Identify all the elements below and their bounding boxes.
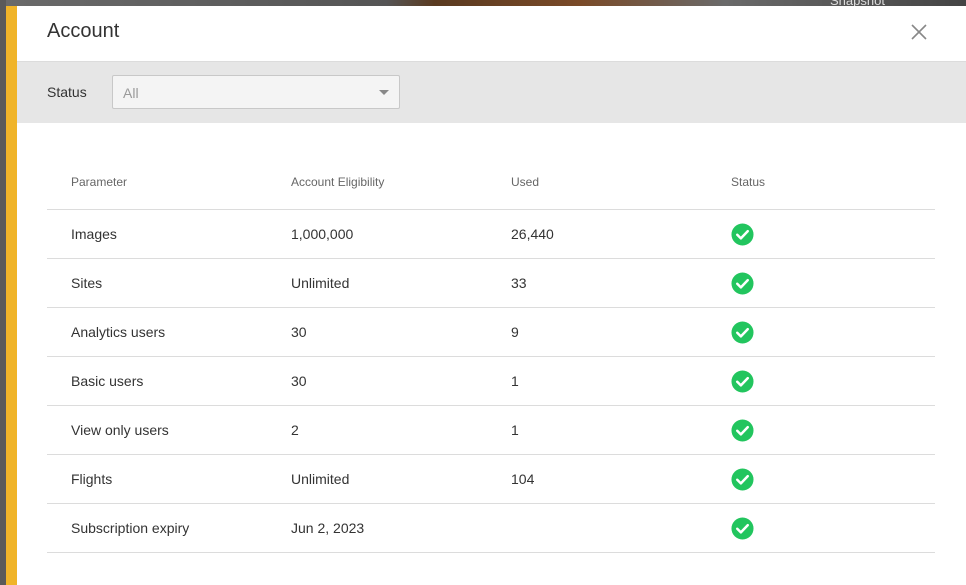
cell-account-eligibility: Jun 2, 2023 — [291, 520, 365, 536]
cell-parameter: Subscription expiry — [71, 520, 190, 536]
check-circle-icon — [731, 223, 754, 246]
close-button[interactable] — [908, 21, 930, 43]
modal-accent-bar — [6, 6, 17, 585]
cell-parameter: Sites — [71, 275, 103, 291]
modal-title: Account — [47, 20, 120, 42]
table-body: Images 1,000,000 26,440 Sites Unlimited 33 Ana… — [47, 210, 935, 553]
table-row: Analytics users 30 9 — [47, 308, 935, 357]
table-header: Parameter Account Eligibility Used Statu… — [47, 160, 935, 210]
filter-bar: Status All — [17, 62, 966, 123]
table-row: Sites Unlimited 33 — [47, 259, 935, 308]
cell-used: 26,440 — [511, 226, 554, 242]
cell-parameter: Basic users — [71, 373, 144, 389]
close-icon — [911, 24, 927, 40]
header-account-eligibility: Account Eligibility — [291, 175, 385, 189]
check-circle-icon — [731, 370, 754, 393]
header-used: Used — [511, 175, 540, 189]
modal-header: Account — [17, 6, 966, 62]
cell-parameter: View only users — [71, 422, 169, 438]
cell-account-eligibility: 30 — [291, 373, 307, 389]
cell-used: 1 — [511, 422, 519, 438]
cell-used: 9 — [511, 324, 519, 340]
table-row: View only users 2 1 — [47, 406, 935, 455]
header-status: Status — [731, 175, 766, 189]
cell-parameter: Flights — [71, 471, 113, 487]
status-select-value: All — [123, 85, 139, 101]
cell-account-eligibility: Unlimited — [291, 275, 350, 291]
table-row: Flights Unlimited 104 — [47, 455, 935, 504]
cell-used: 104 — [511, 471, 535, 487]
check-circle-icon — [731, 272, 754, 295]
chevron-down-icon — [379, 90, 389, 95]
check-circle-icon — [731, 321, 754, 344]
cell-used: 33 — [511, 275, 527, 291]
cell-account-eligibility: 2 — [291, 422, 299, 438]
cell-used: 1 — [511, 373, 519, 389]
cell-account-eligibility: 1,000,000 — [291, 226, 354, 242]
status-select[interactable]: All — [112, 75, 400, 109]
account-table: Parameter Account Eligibility Used Statu… — [47, 160, 935, 553]
cell-account-eligibility: Unlimited — [291, 471, 350, 487]
cell-parameter: Images — [71, 226, 117, 242]
table-row: Subscription expiry Jun 2, 2023 — [47, 504, 935, 553]
check-circle-icon — [731, 468, 754, 491]
header-parameter: Parameter — [71, 175, 128, 189]
cell-account-eligibility: 30 — [291, 324, 307, 340]
check-circle-icon — [731, 419, 754, 442]
cell-parameter: Analytics users — [71, 324, 166, 340]
table-row: Basic users 30 1 — [47, 357, 935, 406]
account-modal: Account Status All Parameter Account Eli… — [6, 6, 966, 585]
status-filter-label: Status — [47, 84, 87, 100]
check-circle-icon — [731, 517, 754, 540]
table-row: Images 1,000,000 26,440 — [47, 210, 935, 259]
